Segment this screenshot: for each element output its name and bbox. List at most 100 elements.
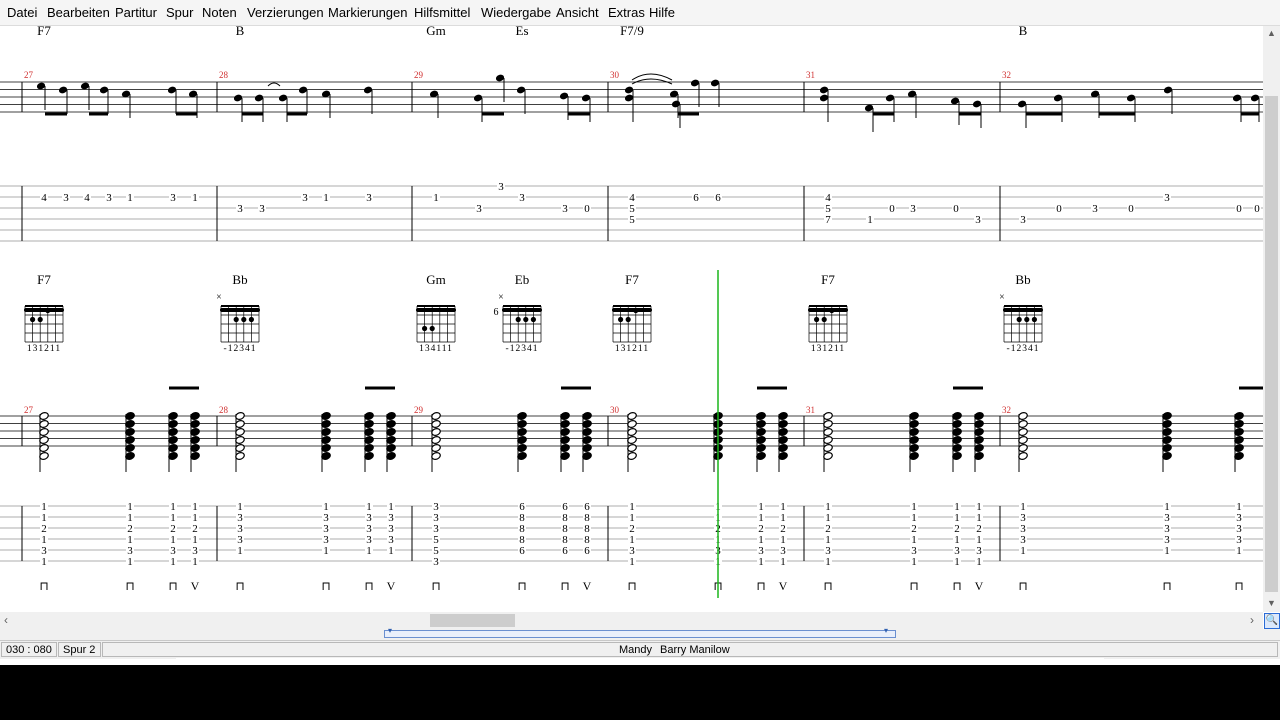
diagram-dot [37, 316, 43, 323]
measure-number: 30 [610, 70, 620, 80]
horizontal-scroll-thumb[interactable] [430, 614, 515, 627]
menu-datei[interactable]: Datei [7, 5, 37, 20]
tie [267, 82, 281, 87]
chord-name: B [236, 26, 245, 38]
menu-wiedergabe[interactable]: Wiedergabe [481, 5, 551, 20]
tab-number: 1 [825, 556, 831, 568]
strum-symbol: ⊓ [39, 579, 48, 593]
tab-number: 1 [758, 556, 764, 568]
mute-marker: × [216, 292, 222, 303]
tab-number: 3 [562, 203, 568, 215]
strum-symbol: ⊓ [1018, 579, 1027, 593]
strum-symbol: ⊓ [168, 579, 177, 593]
chord-diagram-name: F7 [625, 272, 639, 287]
menu-markierungen[interactable]: Markierungen [328, 5, 408, 20]
menu-spur[interactable]: Spur [166, 5, 193, 20]
tab-number: 1 [323, 192, 329, 204]
tab-number: 1 [127, 556, 133, 568]
scroll-right-icon[interactable]: › [1250, 613, 1254, 627]
tab-number: 3 [63, 192, 69, 204]
menu-hilfsmittel[interactable]: Hilfsmittel [414, 5, 470, 20]
chord-name: Es [516, 26, 529, 38]
diagram-dot [1016, 316, 1022, 323]
tab-number: 0 [1128, 203, 1134, 215]
chord-name: F7 [37, 26, 51, 38]
measure-number: 31 [806, 405, 815, 415]
measure-number: 28 [219, 405, 229, 415]
tab-number: 5 [629, 214, 635, 226]
tab-number: 1 [1020, 545, 1026, 557]
fingering-label: 131211 [27, 344, 61, 354]
scroll-down-icon[interactable]: ▼ [1267, 598, 1276, 608]
chord-diagram-name: F7 [821, 272, 835, 287]
chord-diagram: Bb × -12341 [216, 272, 260, 354]
horizontal-scrollbar[interactable]: ‹ › [0, 612, 1263, 629]
tab-number: 0 [953, 203, 959, 215]
status-bar: 030 : 080 Spur 2 Mandy Barry Manilow [0, 640, 1280, 659]
chord-diagram: Eb × 6 -12341 [494, 272, 542, 354]
chord-diagram: Bb × -12341 [999, 272, 1043, 354]
tab-number: 1 [780, 556, 786, 568]
menu-ansicht[interactable]: Ansicht [556, 5, 599, 20]
menu-partitur[interactable]: Partitur [115, 5, 157, 20]
strum-symbol: ⊓ [1234, 579, 1243, 593]
strum-symbol: V [191, 579, 200, 593]
tab-staff-2: 1121311121311121311121311333113331133311… [0, 501, 1263, 568]
menu-hilfe[interactable]: Hilfe [649, 5, 675, 20]
diagram-dot [233, 316, 239, 323]
menu-bar: Datei Bearbeiten Partitur Spur Noten Ver… [0, 0, 1280, 26]
strum-symbol: ⊓ [909, 579, 918, 593]
tab-number: 6 [562, 545, 568, 557]
menu-verzierungen[interactable]: Verzierungen [247, 5, 324, 20]
chord-diagram: Gm 134111 [416, 272, 456, 354]
measure-number: 32 [1002, 70, 1011, 80]
track-selector-strip[interactable]: ▾ ▾ [0, 626, 1280, 640]
tab-number: 3 [476, 203, 482, 215]
tab-number: 3 [975, 214, 981, 226]
tab-number: 0 [584, 203, 590, 215]
menu-extras[interactable]: Extras [608, 5, 645, 20]
menu-bearbeiten[interactable]: Bearbeiten [47, 5, 110, 20]
vertical-scrollbar[interactable]: ▲ ▼ [1263, 26, 1280, 612]
tab-number: 1 [867, 214, 873, 226]
vertical-scroll-thumb[interactable] [1265, 96, 1278, 592]
strum-symbol: ⊓ [125, 579, 134, 593]
diagram-dot [618, 316, 624, 323]
tab-number: 1 [323, 545, 329, 557]
menu-noten[interactable]: Noten [202, 5, 237, 20]
tab-number: 1 [388, 545, 394, 557]
chord-diagram: F7 131211 [24, 272, 64, 354]
diagram-barre [808, 308, 848, 312]
diagram-dot [241, 316, 247, 323]
tab-number: 4 [84, 192, 90, 204]
score-canvas[interactable]: F7 B Gm Es F7/9 B 27 28 29 30 31 32 4 3 4 3 1 3 13 33 1 3 13… [0, 26, 1263, 612]
strum-symbol: V [779, 579, 788, 593]
measure-number: 29 [414, 70, 424, 80]
tab-number: 1 [127, 192, 133, 204]
diagram-dot [45, 307, 51, 314]
scroll-up-icon[interactable]: ▲ [1267, 28, 1276, 38]
tab-number: 1 [41, 556, 47, 568]
zoom-icon[interactable]: 🔍 [1264, 613, 1280, 629]
tab-number: 3 [106, 192, 112, 204]
tab-staff-1: 4 3 4 3 1 3 13 33 1 3 13333 04556 6 457 10 3 03 30 3 030 0 [0, 181, 1263, 242]
tab-number: 1 [911, 556, 917, 568]
tab-number: 1 [192, 192, 198, 204]
chord-diagram-name: Bb [232, 272, 247, 287]
song-artist: Barry Manilow [660, 644, 730, 656]
strum-symbol: ⊓ [364, 579, 373, 593]
score-view[interactable]: F7 B Gm Es F7/9 B 27 28 29 30 31 32 43431313331313… [0, 26, 1263, 612]
strum-symbol: ⊓ [235, 579, 244, 593]
track-selector-bar[interactable] [384, 630, 896, 638]
fingering-label: 131211 [615, 344, 649, 354]
tab-number: 3 [498, 181, 504, 193]
strum-pattern: ⊓⊓⊓V⊓⊓⊓V⊓⊓⊓V⊓⊓⊓V⊓⊓⊓V⊓⊓⊓ [39, 579, 1243, 593]
diagram-barre [612, 308, 652, 312]
strum-symbol: ⊓ [627, 579, 636, 593]
tab-number: 3 [433, 556, 439, 568]
diagram-dot [530, 316, 537, 323]
tab-number: 3 [1020, 214, 1026, 226]
strum-symbol: ⊓ [823, 579, 832, 593]
tab-number: 4 [41, 192, 47, 204]
scroll-left-icon[interactable]: ‹ [4, 613, 8, 627]
